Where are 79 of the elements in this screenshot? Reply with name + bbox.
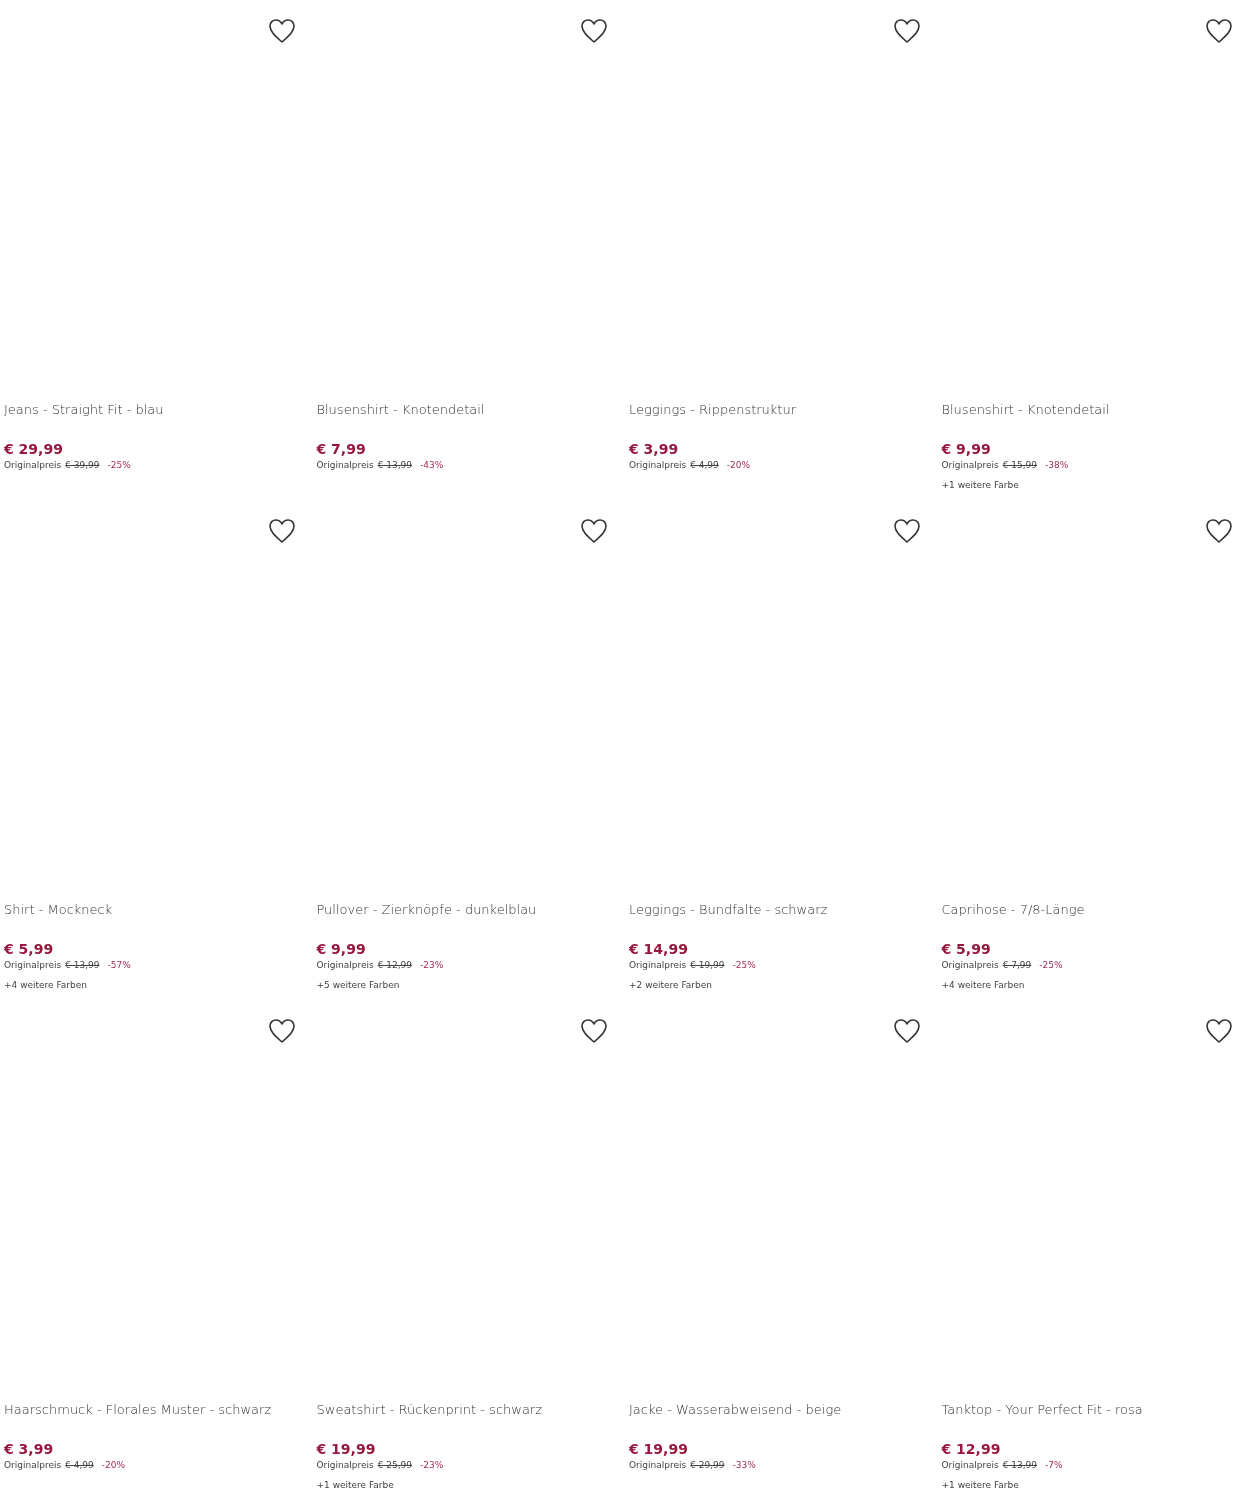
heart-icon[interactable] bbox=[1205, 18, 1233, 44]
product-price: € 3,99 bbox=[629, 441, 680, 457]
product-title[interactable]: Tanktop - Your Perfect Fit - rosa bbox=[941, 1402, 1250, 1436]
discount: -7% bbox=[1045, 1460, 1063, 1470]
more-colors-text: +2 weitere Farben bbox=[629, 980, 713, 990]
discount: -23% bbox=[420, 960, 444, 970]
discount: -33% bbox=[732, 1460, 756, 1470]
product-title[interactable]: Jeans - Straight Fit - blau bbox=[4, 402, 313, 436]
discount: -20% bbox=[726, 460, 751, 470]
original-price: € 39,99 bbox=[65, 460, 100, 470]
product-title[interactable]: Leggings - Bundfalte - schwarz bbox=[629, 902, 938, 936]
original-price: € 25,99 bbox=[377, 1460, 413, 1470]
product-price: € 19,99 bbox=[316, 1441, 377, 1457]
product-title[interactable]: Jacke - Wasserabweisend - beige bbox=[629, 1402, 938, 1436]
product-title[interactable]: Leggings - Rippenstruktur bbox=[629, 402, 938, 436]
original-price-label: Originalpreis bbox=[629, 960, 687, 970]
discount: -20% bbox=[101, 1460, 126, 1470]
product-title[interactable]: Pullover - Zierknöpfe - dunkelblau bbox=[316, 902, 625, 936]
product-price: € 9,99 bbox=[316, 941, 367, 957]
product-price: € 7,99 bbox=[316, 441, 367, 457]
original-price-label: Originalpreis bbox=[629, 460, 687, 470]
more-colors-text: +1 weitere Farbe bbox=[941, 480, 1020, 490]
heart-icon[interactable] bbox=[1205, 1018, 1233, 1044]
heart-icon[interactable] bbox=[580, 518, 608, 544]
heart-icon[interactable] bbox=[892, 1018, 921, 1044]
more-colors-text: +4 weitere Farben bbox=[941, 980, 1026, 990]
product-price: € 19,99 bbox=[629, 1441, 689, 1457]
original-price: € 15,99 bbox=[1002, 460, 1038, 470]
heart-icon[interactable] bbox=[892, 518, 921, 544]
discount: -25% bbox=[732, 960, 756, 970]
product-title[interactable]: Caprihose - 7/8-Länge bbox=[941, 902, 1250, 936]
more-colors-text: +1 weitere Farbe bbox=[316, 1480, 395, 1490]
original-price-label: Originalpreis bbox=[941, 460, 999, 470]
more-colors-text: +4 weitere Farben bbox=[4, 980, 88, 990]
original-price: € 29,99 bbox=[690, 1460, 725, 1470]
heart-icon[interactable] bbox=[267, 1018, 296, 1044]
original-price-label: Originalpreis bbox=[316, 460, 374, 470]
heart-icon[interactable] bbox=[267, 18, 296, 44]
product-title[interactable]: Sweatshirt - Rückenprint - schwarz bbox=[316, 1402, 625, 1436]
original-price: € 4,99 bbox=[65, 1460, 94, 1470]
more-colors-text: +1 weitere Farbe bbox=[941, 1480, 1020, 1490]
original-price: € 12,99 bbox=[377, 960, 413, 970]
product-price: € 3,99 bbox=[4, 1441, 55, 1457]
original-price: € 4,99 bbox=[690, 460, 719, 470]
original-price-label: Originalpreis bbox=[4, 960, 62, 970]
product-price: € 9,99 bbox=[941, 441, 992, 457]
product-title[interactable]: Shirt - Mockneck bbox=[4, 902, 313, 936]
original-price-label: Originalpreis bbox=[629, 1460, 687, 1470]
original-price-label: Originalpreis bbox=[941, 1460, 999, 1470]
product-price: € 29,99 bbox=[4, 441, 64, 457]
product-title[interactable]: Haarschmuck - Florales Muster - schwarz bbox=[4, 1402, 313, 1436]
discount: -23% bbox=[420, 1460, 444, 1470]
original-price: € 13,99 bbox=[1002, 1460, 1038, 1470]
heart-icon[interactable] bbox=[580, 1018, 608, 1044]
discount: -38% bbox=[1045, 460, 1069, 470]
product-title[interactable]: Blusenshirt - Knotendetail bbox=[941, 402, 1250, 436]
product-title[interactable]: Blusenshirt - Knotendetail bbox=[316, 402, 625, 436]
discount: -57% bbox=[107, 960, 131, 970]
original-price: € 13,99 bbox=[65, 960, 100, 970]
product-price: € 5,99 bbox=[941, 941, 992, 957]
original-price-label: Originalpreis bbox=[4, 1460, 62, 1470]
original-price: € 7,99 bbox=[1002, 960, 1032, 970]
original-price-label: Originalpreis bbox=[316, 1460, 374, 1470]
heart-icon[interactable] bbox=[580, 18, 608, 44]
discount: -25% bbox=[107, 460, 131, 470]
original-price: € 13,99 bbox=[377, 460, 413, 470]
original-price-label: Originalpreis bbox=[4, 460, 62, 470]
heart-icon[interactable] bbox=[1205, 518, 1233, 544]
original-price-label: Originalpreis bbox=[316, 960, 374, 970]
heart-icon[interactable] bbox=[892, 18, 921, 44]
product-price: € 12,99 bbox=[941, 1441, 1002, 1457]
original-price: € 19,99 bbox=[690, 960, 725, 970]
discount: -25% bbox=[1039, 960, 1063, 970]
heart-icon[interactable] bbox=[267, 518, 296, 544]
product-price: € 5,99 bbox=[4, 941, 55, 957]
more-colors-text: +5 weitere Farben bbox=[316, 980, 401, 990]
discount: -43% bbox=[420, 460, 444, 470]
original-price-label: Originalpreis bbox=[941, 960, 999, 970]
product-price: € 14,99 bbox=[629, 941, 689, 957]
